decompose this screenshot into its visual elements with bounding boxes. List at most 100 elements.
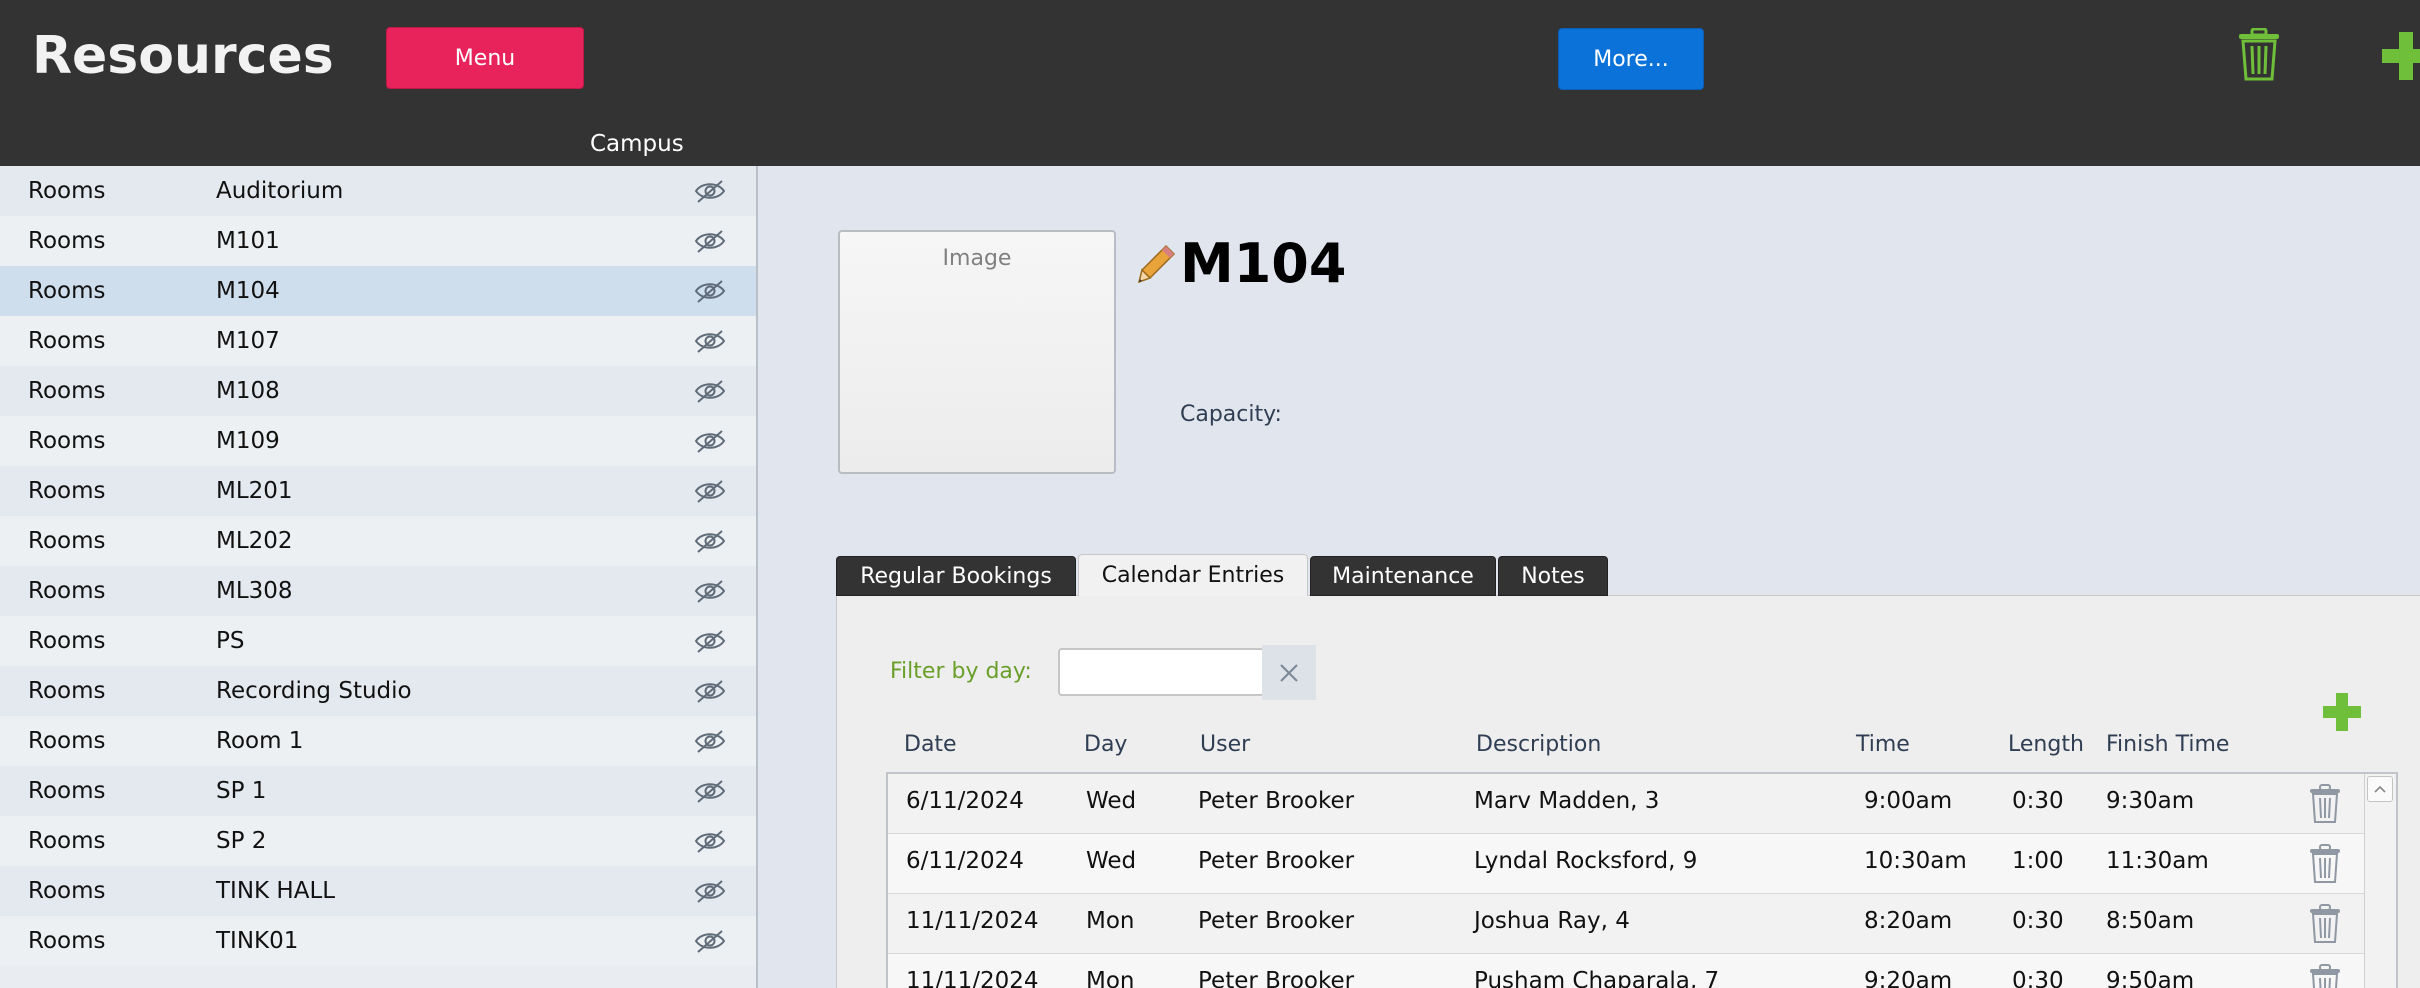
- trash-icon[interactable]: [2308, 784, 2342, 824]
- trash-icon[interactable]: [2308, 844, 2342, 884]
- hidden-eye-icon[interactable]: [694, 478, 726, 504]
- hidden-eye-icon[interactable]: [694, 228, 726, 254]
- hidden-eye-icon[interactable]: [694, 878, 726, 904]
- close-icon: [1280, 663, 1298, 682]
- resource-name: M108: [216, 378, 280, 404]
- cell-time: 9:00am: [1864, 788, 1953, 814]
- tab-regular-bookings[interactable]: Regular Bookings: [836, 556, 1076, 596]
- trash-icon[interactable]: [2308, 904, 2342, 944]
- sidebar-row[interactable]: Rooms M109: [0, 416, 756, 466]
- hidden-eye-icon[interactable]: [694, 378, 726, 404]
- hidden-eye-icon[interactable]: [694, 328, 726, 354]
- hidden-eye-icon[interactable]: [694, 728, 726, 754]
- column-header-date[interactable]: Date: [904, 732, 957, 757]
- sidebar-row[interactable]: Rooms Auditorium: [0, 166, 756, 216]
- campus-label: Campus: [590, 131, 684, 157]
- column-header-length[interactable]: Length: [2008, 732, 2084, 757]
- resource-type: Rooms: [28, 928, 106, 954]
- hidden-eye-icon[interactable]: [694, 578, 726, 604]
- resource-type: Rooms: [28, 578, 106, 604]
- add-entry-icon[interactable]: [2322, 692, 2362, 732]
- sidebar-row[interactable]: Rooms Room 1: [0, 716, 756, 766]
- cell-day: Wed: [1086, 848, 1137, 874]
- filter-day-input[interactable]: [1058, 648, 1262, 696]
- resource-type: Rooms: [28, 228, 106, 254]
- resource-type: Rooms: [28, 278, 106, 304]
- cell-finish-time: 9:50am: [2106, 968, 2195, 988]
- filter-label: Filter by day:: [890, 659, 1032, 684]
- cell-length: 0:30: [2012, 908, 2064, 934]
- hidden-eye-icon[interactable]: [694, 278, 726, 304]
- hidden-eye-icon[interactable]: [694, 828, 726, 854]
- table-row[interactable]: 11/11/2024 Mon Peter Brooker Pusham Chapara…: [888, 954, 2364, 988]
- column-header-time[interactable]: Time: [1856, 732, 1910, 757]
- room-image-placeholder[interactable]: Image: [838, 230, 1116, 474]
- add-icon[interactable]: [2380, 30, 2420, 82]
- sidebar-row[interactable]: Rooms M107: [0, 316, 756, 366]
- column-header-description[interactable]: Description: [1476, 732, 1601, 757]
- resource-name: Room 1: [216, 728, 304, 754]
- sidebar-row[interactable]: Rooms PS: [0, 616, 756, 666]
- cell-time: 8:20am: [1864, 908, 1953, 934]
- hidden-eye-icon[interactable]: [694, 178, 726, 204]
- tab-notes[interactable]: Notes: [1498, 556, 1608, 596]
- sidebar-row[interactable]: Rooms SP 2: [0, 816, 756, 866]
- sidebar-row[interactable]: Rooms SP 1: [0, 766, 756, 816]
- chevron-up-icon: [2374, 785, 2386, 793]
- scroll-up-button[interactable]: [2367, 776, 2393, 802]
- sidebar-row[interactable]: Rooms M108: [0, 366, 756, 416]
- cell-length: 0:30: [2012, 788, 2064, 814]
- resource-name: Auditorium: [216, 178, 344, 204]
- hidden-eye-icon[interactable]: [694, 428, 726, 454]
- hidden-eye-icon[interactable]: [694, 928, 726, 954]
- cell-day: Mon: [1086, 908, 1135, 934]
- hidden-eye-icon[interactable]: [694, 628, 726, 654]
- more-button[interactable]: More...: [1558, 28, 1704, 90]
- trash-icon[interactable]: [2236, 28, 2282, 82]
- resource-name: M109: [216, 428, 280, 454]
- hidden-eye-icon[interactable]: [694, 528, 726, 554]
- resource-type: Rooms: [28, 628, 106, 654]
- sidebar-row[interactable]: Rooms M101: [0, 216, 756, 266]
- resource-type: Rooms: [28, 478, 106, 504]
- resource-type: Rooms: [28, 778, 106, 804]
- table-row[interactable]: 6/11/2024 Wed Peter Brooker Lyndal Rocksfor…: [888, 834, 2364, 894]
- cell-finish-time: 11:30am: [2106, 848, 2209, 874]
- resource-type: Rooms: [28, 178, 106, 204]
- sidebar-row[interactable]: Rooms Recording Studio: [0, 666, 756, 716]
- column-header-day[interactable]: Day: [1084, 732, 1127, 757]
- sidebar-row[interactable]: Rooms ML202: [0, 516, 756, 566]
- menu-button[interactable]: Menu: [386, 27, 584, 89]
- trash-icon[interactable]: [2308, 964, 2342, 988]
- sidebar-row[interactable]: Rooms M104: [0, 266, 756, 316]
- hidden-eye-icon[interactable]: [694, 678, 726, 704]
- clear-filter-button[interactable]: [1262, 645, 1316, 700]
- resource-name: ML202: [216, 528, 293, 554]
- sidebar-row[interactable]: Rooms ML308: [0, 566, 756, 616]
- sidebar-row[interactable]: Rooms TINK HALL: [0, 866, 756, 916]
- column-header-finish-time[interactable]: Finish Time: [2106, 732, 2229, 757]
- cell-user: Peter Brooker: [1198, 848, 1355, 874]
- edit-pencil-icon[interactable]: [1136, 244, 1176, 288]
- table-row[interactable]: 11/11/2024 Mon Peter Brooker Joshua Ray, 4 8…: [888, 894, 2364, 954]
- table-scrollbar[interactable]: [2364, 774, 2396, 988]
- tab-calendar-entries[interactable]: Calendar Entries: [1078, 554, 1308, 596]
- hidden-eye-icon[interactable]: [694, 778, 726, 804]
- resource-type: Rooms: [28, 528, 106, 554]
- column-header-user[interactable]: User: [1200, 732, 1250, 757]
- resource-name: Recording Studio: [216, 678, 412, 704]
- resource-name: M107: [216, 328, 280, 354]
- cell-time: 10:30am: [1864, 848, 1967, 874]
- table-row[interactable]: 6/11/2024 Wed Peter Brooker Marv Madden, 3 9…: [888, 774, 2364, 834]
- top-bar: Resources Menu More... Campus: [0, 0, 2420, 166]
- resource-type: Rooms: [28, 428, 106, 454]
- resource-name: ML201: [216, 478, 293, 504]
- cell-user: Peter Brooker: [1198, 908, 1355, 934]
- tab-maintenance[interactable]: Maintenance: [1310, 556, 1496, 596]
- resource-name: TINK01: [216, 928, 299, 954]
- sidebar-row[interactable]: Rooms ML201: [0, 466, 756, 516]
- sidebar-row[interactable]: Rooms TINK01: [0, 916, 756, 966]
- app-title: Resources: [32, 26, 334, 86]
- cell-day: Mon: [1086, 968, 1135, 988]
- resource-name: ML308: [216, 578, 293, 604]
